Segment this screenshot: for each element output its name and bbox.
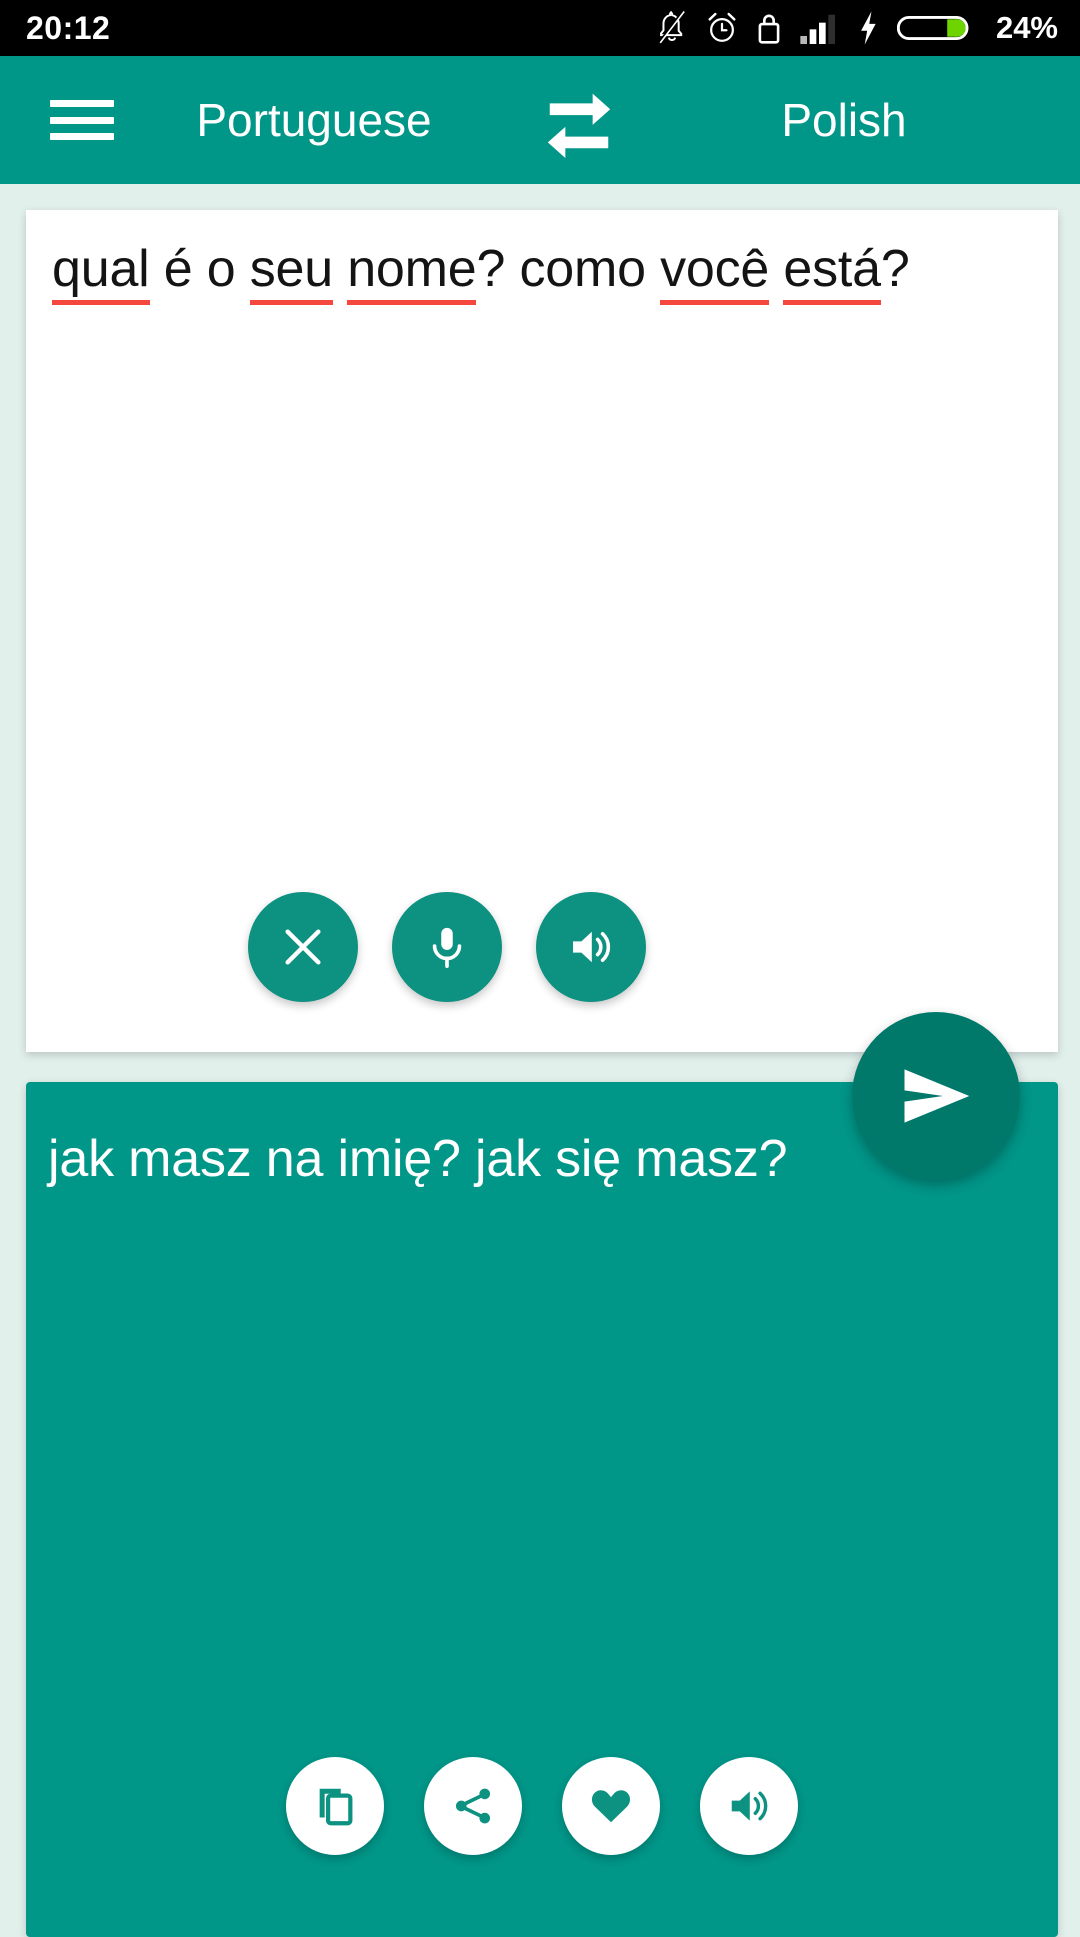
microphone-icon	[432, 927, 462, 968]
swap-languages-icon	[547, 93, 611, 159]
share-icon	[455, 1788, 491, 1824]
speak-source-button[interactable]	[536, 892, 646, 1002]
heart-icon	[591, 1790, 631, 1823]
source-word	[333, 240, 347, 298]
status-bar: 20:12 24%	[0, 0, 1080, 56]
battery-icon	[896, 15, 969, 41]
source-word: ? como	[476, 240, 661, 298]
source-word: seu	[249, 240, 333, 305]
swap-languages-button[interactable]	[524, 77, 634, 163]
source-word: nome	[347, 240, 477, 305]
clear-button[interactable]	[248, 892, 358, 1002]
source-word	[769, 240, 783, 298]
source-word: você	[660, 240, 769, 305]
source-word: qual	[52, 240, 150, 305]
translate-button[interactable]	[852, 1012, 1020, 1180]
bell-off-icon	[658, 10, 685, 44]
share-button[interactable]	[424, 1757, 522, 1855]
source-text-card[interactable]: qual é o seu nome? como você está?	[26, 210, 1058, 1052]
app-bar: Portuguese Polish	[0, 56, 1080, 184]
source-word: ?	[880, 240, 910, 298]
close-icon	[285, 929, 321, 965]
signal-bars-icon	[800, 14, 835, 44]
source-text-input[interactable]: qual é o seu nome? como você está?	[52, 234, 1028, 305]
copy-button[interactable]	[286, 1757, 384, 1855]
battery-percentage: 24%	[995, 10, 1058, 45]
favorite-button[interactable]	[562, 1757, 660, 1855]
microphone-button[interactable]	[392, 892, 502, 1002]
status-icon-group: 24%	[656, 10, 1058, 46]
lock-icon	[758, 14, 780, 44]
send-icon	[904, 1069, 970, 1123]
source-word: está	[783, 240, 881, 305]
status-time: 20:12	[26, 9, 111, 46]
source-language-selector[interactable]: Portuguese	[104, 93, 524, 147]
charging-bolt-icon	[861, 11, 876, 45]
source-word: é o	[149, 240, 250, 298]
source-action-bar	[26, 892, 1058, 1002]
alarm-clock-icon	[708, 12, 736, 42]
speaker-icon	[573, 931, 611, 963]
speaker-icon	[731, 1791, 768, 1821]
copy-icon	[319, 1788, 353, 1826]
speak-target-button[interactable]	[700, 1757, 798, 1855]
target-action-bar	[26, 1757, 1058, 1855]
target-language-selector[interactable]: Polish	[634, 93, 1054, 147]
target-text-card[interactable]: jak masz na imię? jak się masz?	[26, 1082, 1058, 1937]
